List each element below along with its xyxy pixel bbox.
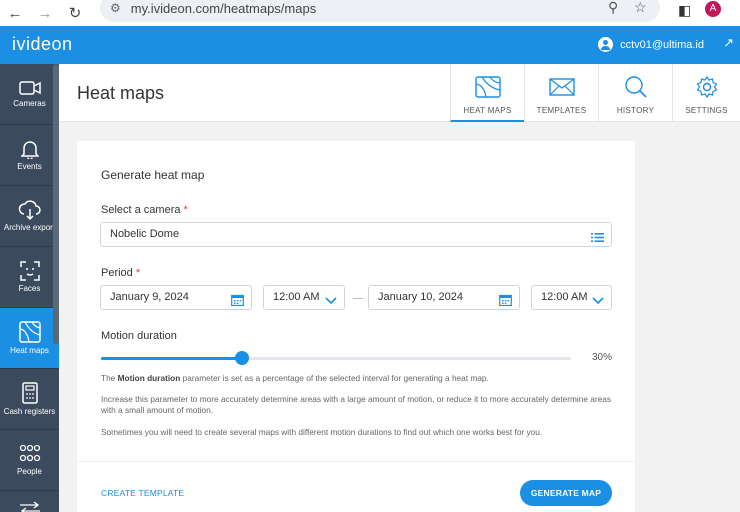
sidebar-item-heat-maps[interactable]: Heat maps (0, 308, 59, 369)
cash-register-icon (21, 382, 38, 404)
sidebar-item-faces[interactable]: Faces (0, 247, 59, 308)
ivideon-logo[interactable]: ivideon (12, 34, 73, 55)
face-scan-icon (19, 261, 40, 281)
end-time-select[interactable]: 12:00 AM (531, 285, 612, 310)
profile-avatar[interactable]: A (705, 1, 721, 17)
tab-templates[interactable]: TEMPLATES (524, 64, 598, 122)
browser-toolbar: ← → ↻ ⚙ my.ivideon.com/heatmaps/maps ⚲ ☆… (0, 0, 740, 26)
sidebar: Cameras Events Archive export Faces Heat… (0, 64, 59, 512)
list-icon[interactable] (591, 229, 604, 252)
slider-thumb[interactable] (235, 351, 249, 365)
user-icon (598, 37, 614, 52)
help-text-2: Increase this parameter to more accurate… (101, 394, 612, 415)
tab-label: SETTINGS (685, 106, 728, 115)
search-icon (624, 76, 647, 98)
tab-label: TEMPLATES (536, 106, 587, 115)
sidebar-item-label: People (17, 467, 42, 476)
create-template-link[interactable]: CREATE TEMPLATE (101, 488, 184, 498)
tab-label: HEAT MAPS (463, 106, 512, 115)
side-panel-icon[interactable]: ◧ (678, 2, 691, 19)
heatmap-icon (474, 76, 501, 98)
user-email: cctv01@ultima.id (620, 38, 704, 51)
period-separator (353, 298, 363, 299)
motion-duration-label: Motion duration (101, 330, 177, 342)
sidebar-item-cameras[interactable]: Cameras (0, 64, 59, 125)
zoom-icon[interactable]: ⚲ (608, 0, 618, 16)
start-time-value: 12:00 AM (273, 291, 320, 303)
envelope-icon (548, 78, 575, 96)
tab-history[interactable]: HISTORY (598, 64, 672, 122)
bookmark-star-icon[interactable]: ☆ (634, 0, 647, 16)
bell-icon (20, 141, 39, 159)
calendar-icon[interactable] (231, 292, 244, 315)
user-menu[interactable]: cctv01@ultima.id (598, 37, 704, 52)
start-date-field[interactable]: January 9, 2024 (100, 285, 252, 310)
back-icon[interactable]: ← (0, 5, 30, 22)
camera-icon (18, 81, 41, 95)
footer-divider (77, 461, 635, 462)
end-date-field[interactable]: January 10, 2024 (368, 285, 520, 310)
people-icon (19, 444, 40, 462)
expand-icon[interactable]: ↗ (723, 35, 734, 51)
sidebar-item-events[interactable]: Events (0, 125, 59, 186)
tab-settings[interactable]: SETTINGS (672, 64, 740, 122)
sidebar-item-label: Archive export (3, 223, 56, 232)
sidebar-item-label: Cash registers (3, 407, 56, 416)
arrows-icon (19, 501, 40, 512)
help-text-1: The Motion duration parameter is set as … (101, 373, 489, 383)
sidebar-item-archive-export[interactable]: Archive export (0, 186, 59, 247)
cloud-download-icon (18, 200, 41, 220)
start-time-select[interactable]: 12:00 AM (263, 285, 345, 310)
site-info-icon[interactable]: ⚙ (110, 1, 121, 15)
heatmap-icon (18, 321, 41, 343)
calendar-icon[interactable] (499, 292, 512, 315)
sidebar-item-cash-registers[interactable]: Cash registers (0, 369, 59, 430)
tab-label: HISTORY (616, 106, 655, 115)
sidebar-item-more[interactable] (0, 491, 59, 512)
camera-select[interactable]: Nobelic Dome (100, 222, 612, 247)
end-date-value: January 10, 2024 (378, 291, 464, 303)
sidebar-item-label: Cameras (13, 99, 46, 108)
generate-map-button[interactable]: GENERATE MAP (520, 480, 612, 506)
camera-label: Select a camera * (101, 204, 188, 216)
chevron-down-icon[interactable] (325, 291, 337, 314)
heatmap-form-card: Generate heat map Select a camera * Nobe… (77, 141, 635, 512)
camera-value: Nobelic Dome (110, 228, 180, 240)
motion-duration-slider[interactable] (101, 351, 571, 365)
forward-icon[interactable]: → (30, 5, 60, 22)
page-header: Heat maps HEAT MAPS TEMPLATES HISTORY SE… (59, 64, 740, 122)
tab-heat-maps[interactable]: HEAT MAPS (450, 64, 524, 122)
period-label: Period * (101, 267, 141, 279)
motion-duration-value: 30% (592, 352, 613, 363)
sidebar-item-label: Events (17, 162, 42, 171)
sidebar-item-label: Faces (18, 284, 41, 293)
end-time-value: 12:00 AM (541, 291, 588, 303)
app-topbar: ivideon cctv01@ultima.id ↗ (0, 26, 740, 64)
address-bar[interactable]: ⚙ my.ivideon.com/heatmaps/maps ⚲ ☆ (100, 0, 660, 22)
help-text-3: Sometimes you will need to create severa… (101, 427, 543, 437)
sidebar-item-people[interactable]: People (0, 430, 59, 491)
gear-icon (696, 76, 717, 98)
form-title: Generate heat map (101, 168, 205, 182)
reload-icon[interactable]: ↻ (60, 4, 90, 22)
start-date-value: January 9, 2024 (110, 291, 189, 303)
slider-fill (101, 357, 242, 360)
page-title: Heat maps (77, 83, 165, 103)
chevron-down-icon[interactable] (592, 291, 604, 314)
url-text: my.ivideon.com/heatmaps/maps (130, 0, 317, 16)
sidebar-item-label: Heat maps (10, 346, 49, 355)
